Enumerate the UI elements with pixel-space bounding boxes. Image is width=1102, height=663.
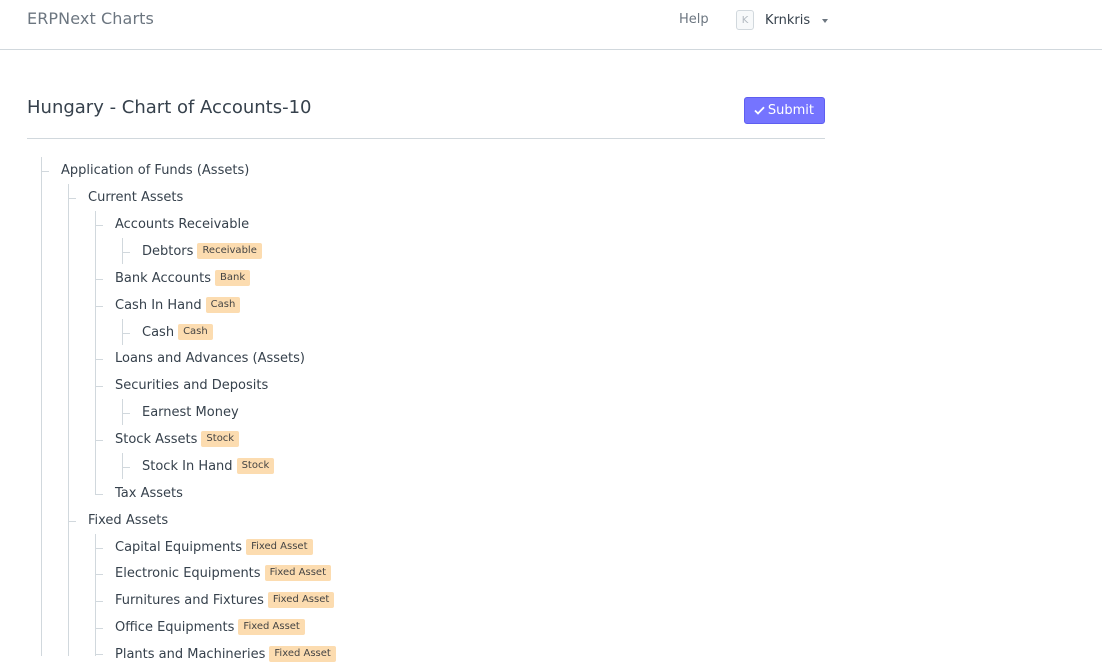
tree-connector [95,548,103,549]
tree-node-label: Capital Equipments [115,539,243,555]
tree-node-cash[interactable]: Cash Cash [142,323,213,341]
tree-guide-line [68,184,69,521]
tree-node-label: Bank Accounts [115,270,212,286]
tree-node-label: Application of Funds (Assets) [61,162,250,178]
tree-node-label: Current Assets [88,189,184,205]
tree-node-label: Securities and Deposits [115,377,269,393]
tree-node-loans-and-advances[interactable]: Loans and Advances (Assets) [115,349,305,367]
account-type-badge: Fixed Asset [267,592,335,608]
accounts-tree: Application of Funds (Assets) Current As… [0,0,1102,662]
tree-node-label: Electronic Equipments [115,565,261,581]
tree-guide-line [95,211,96,494]
tree-node-tax-assets[interactable]: Tax Assets [115,484,183,502]
tree-connector [95,225,103,226]
account-type-badge: Fixed Asset [269,646,336,662]
tree-connector [95,601,103,602]
tree-connector [95,279,103,280]
tree-node-capital-equipments[interactable]: Capital Equipments Fixed Asset [115,538,313,556]
tree-connector [95,359,103,360]
tree-node-label: Stock Assets [115,431,198,447]
tree-connector [122,413,130,414]
tree-connector [122,467,130,468]
account-type-badge: Fixed Asset [246,539,313,555]
tree-node-plants-and-machineries[interactable]: Plants and Machineries Fixed Asset [115,645,336,663]
account-type-badge: Receivable [197,243,262,259]
tree-node-label: Tax Assets [115,485,183,501]
tree-node-fixed-assets[interactable]: Fixed Assets [88,511,168,529]
tree-guide-line [122,453,123,479]
account-type-badge: Stock [201,431,240,447]
tree-node-label: Cash In Hand [115,297,202,313]
tree-node-bank-accounts[interactable]: Bank Accounts Bank [115,269,251,287]
tree-connector [95,654,103,655]
tree-node-current-assets[interactable]: Current Assets [88,188,183,206]
tree-node-label: Office Equipments [115,619,235,635]
tree-guide-line [95,534,96,656]
account-type-badge: Fixed Asset [238,619,305,635]
account-type-badge: Bank [215,270,251,286]
account-type-badge: Cash [205,297,241,313]
tree-node-label: Debtors [142,243,194,259]
tree-node-electronic-equipments[interactable]: Electronic Equipments Fixed Asset [115,564,331,582]
account-type-badge: Fixed Asset [264,565,331,581]
tree-connector [41,171,49,172]
tree-connector [68,198,76,199]
tree-node-label: Accounts Receivable [115,216,250,232]
tree-guide-line [41,157,42,656]
tree-node-label: Fixed Assets [88,512,169,528]
tree-node-label: Cash [142,324,175,340]
tree-connector [122,252,130,253]
tree-connector [95,306,103,307]
tree-node-debtors[interactable]: Debtors Receivable [142,242,262,260]
tree-connector [95,386,103,387]
tree-node-label: Loans and Advances (Assets) [115,350,305,366]
tree-guide-line [122,238,123,264]
tree-node-furnitures-and-fixtures[interactable]: Furnitures and Fixtures Fixed Asset [115,591,335,609]
tree-node-earnest-money[interactable]: Earnest Money [142,403,239,421]
tree-node-accounts-receivable[interactable]: Accounts Receivable [115,215,249,233]
tree-node-securities-and-deposits[interactable]: Securities and Deposits [115,376,268,394]
tree-guide-line [122,399,123,425]
tree-node-stock-in-hand[interactable]: Stock In Hand Stock [142,457,275,475]
tree-guide-line [122,319,123,345]
tree-connector [95,628,103,629]
tree-guide-line [68,521,69,656]
account-type-badge: Cash [178,324,213,340]
tree-connector [95,574,103,575]
tree-node-stock-assets[interactable]: Stock Assets Stock [115,430,240,448]
tree-node-application-of-funds[interactable]: Application of Funds (Assets) [61,161,249,179]
tree-connector [122,333,130,334]
tree-node-office-equipments[interactable]: Office Equipments Fixed Asset [115,618,305,636]
tree-node-label: Earnest Money [142,404,239,420]
tree-connector [95,494,103,495]
tree-connector [68,521,76,522]
tree-node-label: Plants and Machineries [115,646,266,662]
account-type-badge: Stock [236,458,275,474]
tree-connector [95,440,103,441]
tree-node-label: Stock In Hand [142,458,233,474]
tree-node-label: Furnitures and Fixtures [115,592,264,608]
tree-node-cash-in-hand[interactable]: Cash In Hand Cash [115,296,241,314]
